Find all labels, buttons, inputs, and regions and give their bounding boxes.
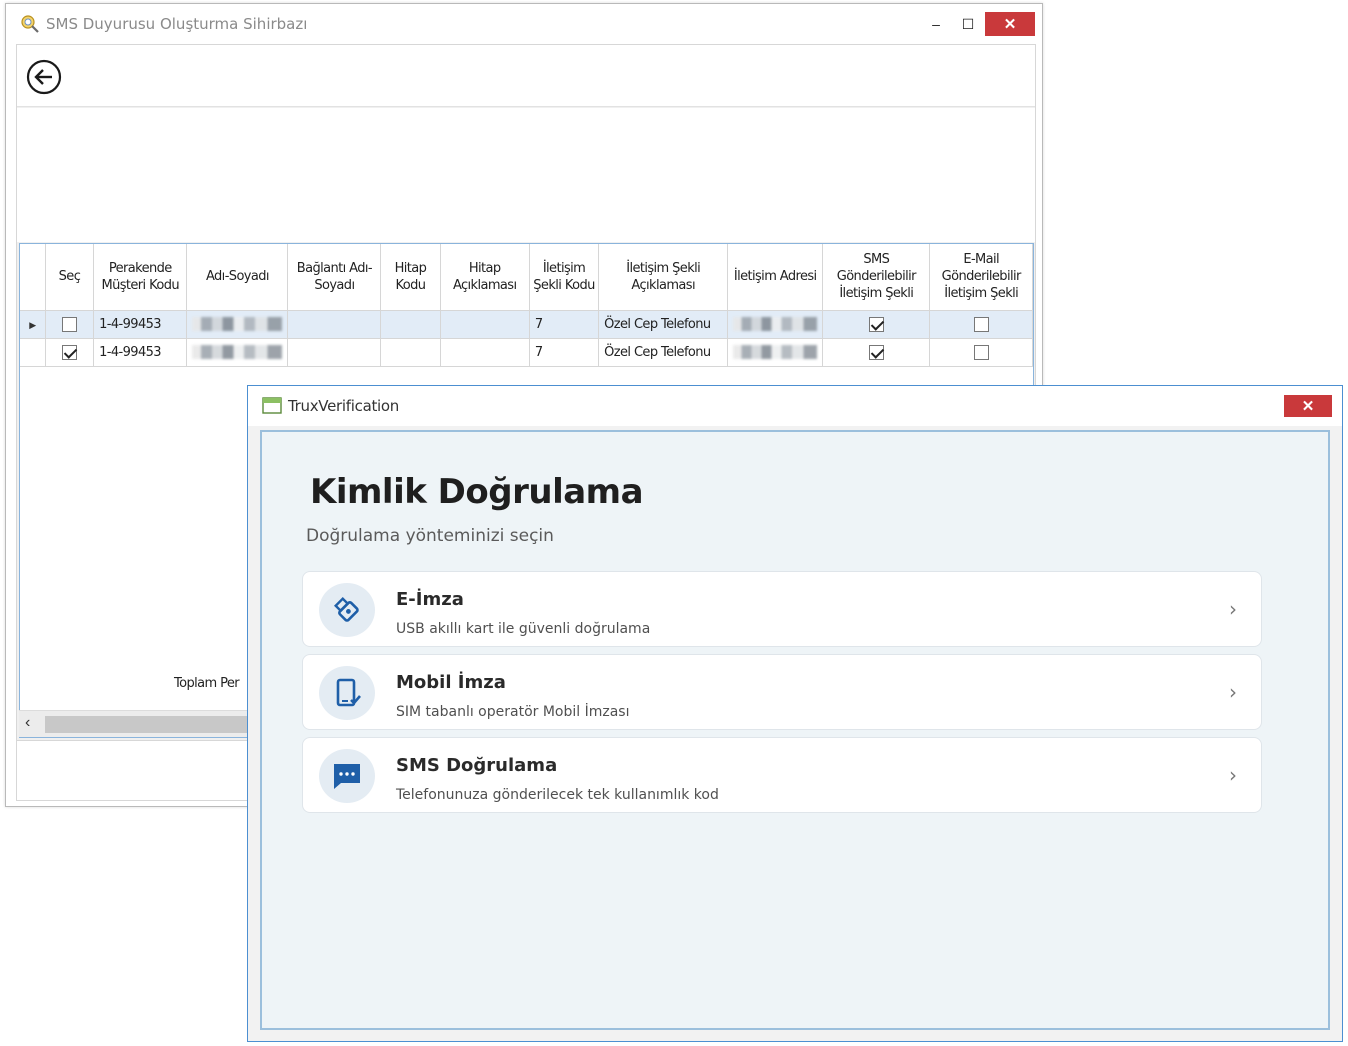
- select-checkbox[interactable]: [61, 344, 77, 360]
- column-header[interactable]: Hitap Kodu: [380, 244, 441, 311]
- customer-table: Seç Perakende Müşteri Kodu Adı-Soyadı Ba…: [20, 244, 1033, 367]
- wizard-toolbar: [17, 45, 1035, 107]
- column-header[interactable]: Perakende Müşteri Kodu: [93, 244, 188, 311]
- column-header[interactable]: E-Mail Gönderilebilir İletişim Şekli: [929, 244, 1033, 311]
- contact-address-cell: [727, 338, 824, 367]
- sms-checkbox[interactable]: [868, 316, 884, 332]
- chevron-right-icon: ›: [1229, 763, 1237, 787]
- option-description: USB akıllı kart ile güvenli doğrulama: [396, 621, 651, 637]
- row-indicator: [20, 338, 46, 367]
- total-label: Toplam Per: [174, 676, 240, 691]
- contact-name-cell: [287, 338, 382, 367]
- select-checkbox[interactable]: [61, 316, 77, 332]
- row-indicator-header: [20, 244, 46, 311]
- dialog-close-button[interactable]: ✕: [1284, 395, 1332, 417]
- verification-dialog: TruxVerification ✕ Kimlik Doğrulama Doğr…: [247, 385, 1343, 1042]
- table-row[interactable]: 1-4-99453 7 Özel Cep Telefonu: [20, 338, 1033, 367]
- contact-name-cell: [287, 310, 382, 339]
- row-indicator: ▶: [20, 310, 46, 339]
- option-label: SMS Doğrulama: [396, 755, 558, 776]
- chevron-right-icon: ›: [1229, 680, 1237, 704]
- column-header[interactable]: Bağlantı Adı-Soyadı: [287, 244, 382, 311]
- scroll-left-icon[interactable]: ‹: [25, 714, 30, 732]
- option-description: SIM tabanlı operatör Mobil İmzası: [396, 704, 630, 720]
- page-title: Kimlik Doğrulama: [310, 472, 644, 512]
- sms-flag-cell[interactable]: [822, 310, 931, 339]
- select-cell[interactable]: [45, 338, 95, 367]
- option-sms-dogrulama[interactable]: SMS Doğrulama Telefonunuza gönderilecek …: [302, 737, 1262, 813]
- contact-type-code-cell: 7: [529, 338, 600, 367]
- verification-title: TruxVerification: [288, 397, 399, 415]
- table-header-row: Seç Perakende Müşteri Kodu Adı-Soyadı Ba…: [20, 244, 1033, 311]
- email-flag-cell[interactable]: [929, 338, 1033, 367]
- window-app-icon: [262, 397, 282, 414]
- close-button[interactable]: ✕: [985, 12, 1035, 36]
- sms-flag-cell[interactable]: [822, 338, 931, 367]
- email-flag-cell[interactable]: [929, 310, 1033, 339]
- contact-address-cell: [727, 310, 824, 339]
- column-header[interactable]: Adı-Soyadı: [186, 244, 289, 311]
- maximize-button[interactable]: ☐: [948, 12, 988, 36]
- customer-code-cell: 1-4-99453: [93, 310, 188, 339]
- sms-wizard-titlebar: SMS Duyurusu Oluşturma Sihirbazı – ☐ ✕: [6, 4, 1042, 44]
- name-cell: [186, 310, 289, 339]
- email-checkbox[interactable]: [973, 344, 989, 360]
- title-code-cell: [380, 338, 441, 367]
- verification-body: Kimlik Doğrulama Doğrulama yönteminizi s…: [260, 430, 1330, 1030]
- contact-type-code-cell: 7: [529, 310, 600, 339]
- column-header[interactable]: İletişim Şekli Açıklaması: [598, 244, 729, 311]
- redacted-address: [733, 345, 818, 359]
- column-header[interactable]: İletişim Adresi: [727, 244, 824, 311]
- select-cell[interactable]: [45, 310, 95, 339]
- column-header[interactable]: İletişim Şekli Kodu: [529, 244, 600, 311]
- usb-key-icon: [319, 583, 375, 637]
- column-header[interactable]: SMS Gönderilebilir İletişim Şekli: [822, 244, 931, 311]
- verification-titlebar: TruxVerification ✕: [248, 386, 1342, 426]
- column-header[interactable]: Hitap Açıklaması: [440, 244, 530, 311]
- customer-code-cell: 1-4-99453: [93, 338, 188, 367]
- sms-wizard-title: SMS Duyurusu Oluşturma Sihirbazı: [46, 15, 308, 33]
- option-label: Mobil İmza: [396, 672, 506, 693]
- row-pointer-icon: ▶: [29, 320, 36, 331]
- contact-type-desc-cell: Özel Cep Telefonu: [598, 338, 729, 367]
- sms-chat-icon: [319, 749, 375, 803]
- back-arrow-icon[interactable]: [26, 59, 62, 95]
- redacted-name: [192, 317, 283, 331]
- chevron-right-icon: ›: [1229, 597, 1237, 621]
- redacted-address: [733, 317, 818, 331]
- page-subtitle: Doğrulama yönteminizi seçin: [306, 526, 554, 546]
- option-mobil-imza[interactable]: Mobil İmza SIM tabanlı operatör Mobil İm…: [302, 654, 1262, 730]
- title-desc-cell: [440, 338, 530, 367]
- sms-checkbox[interactable]: [868, 344, 884, 360]
- option-label: E-İmza: [396, 589, 464, 610]
- mobile-signature-icon: [319, 666, 375, 720]
- redacted-name: [192, 345, 283, 359]
- contact-type-desc-cell: Özel Cep Telefonu: [598, 310, 729, 339]
- option-e-imza[interactable]: E-İmza USB akıllı kart ile güvenli doğru…: [302, 571, 1262, 647]
- column-header[interactable]: Seç: [45, 244, 95, 311]
- wizard-app-icon: [21, 15, 39, 33]
- table-row[interactable]: ▶ 1-4-99453 7 Özel Cep Telefonu: [20, 310, 1033, 339]
- grid-toolbar-area: [17, 108, 1035, 293]
- email-checkbox[interactable]: [973, 316, 989, 332]
- title-desc-cell: [440, 310, 530, 339]
- name-cell: [186, 338, 289, 367]
- option-description: Telefonunuza gönderilecek tek kullanımlı…: [396, 787, 719, 803]
- title-code-cell: [380, 310, 441, 339]
